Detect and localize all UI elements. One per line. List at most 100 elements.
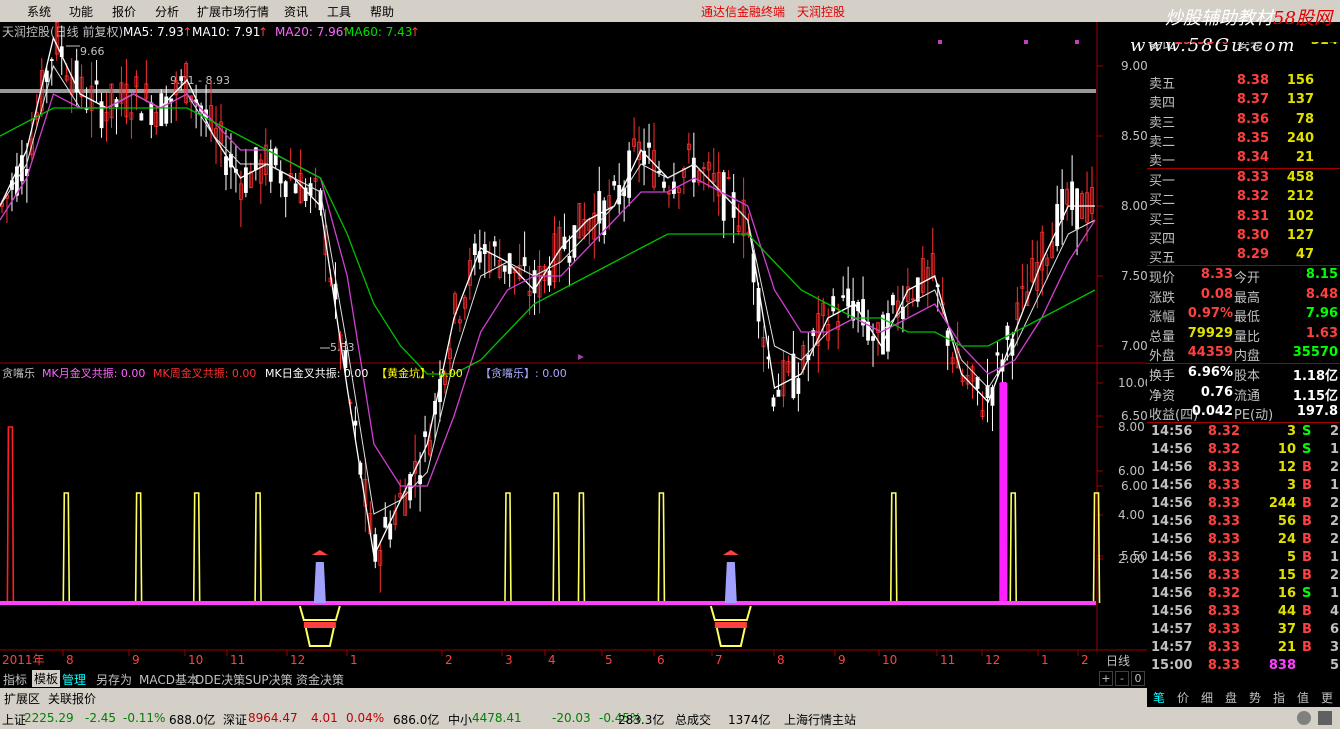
buy-level-label: 买一 bbox=[1149, 174, 1176, 189]
tick-flag: S bbox=[1302, 586, 1312, 601]
bottom-tab[interactable]: SUP决策 bbox=[245, 671, 293, 688]
tick-row[interactable]: 14:56 8.33 244 B 2 bbox=[1147, 495, 1340, 513]
candle-body bbox=[139, 113, 144, 121]
zoom-control-button[interactable]: - bbox=[1115, 671, 1129, 686]
indicator-tick-label: 4.00 bbox=[1118, 508, 1145, 522]
bottom-tab[interactable]: 资金决策 bbox=[296, 671, 344, 688]
tick-count: 2 bbox=[1330, 496, 1340, 511]
tick-row[interactable]: 14:56 8.33 24 B 2 bbox=[1147, 531, 1340, 549]
tick-row[interactable]: 15:00 8.33 838 52 bbox=[1147, 657, 1340, 675]
sell-level-row: 卖五 8.38 156 bbox=[1147, 72, 1340, 92]
tick-price: 8.33 bbox=[1207, 514, 1240, 529]
right-tab[interactable]: 势 bbox=[1243, 689, 1267, 706]
total-turnover-value: 1374亿 bbox=[728, 713, 771, 727]
right-tab[interactable]: 指 bbox=[1267, 689, 1291, 706]
tick-flag: B bbox=[1302, 532, 1312, 547]
right-tab[interactable]: 盘 bbox=[1219, 689, 1243, 706]
buy-volume: 47 bbox=[1295, 247, 1314, 263]
candle-body bbox=[243, 167, 248, 193]
sell-volume: 156 bbox=[1286, 73, 1314, 88]
menu-quote[interactable]: 报价 bbox=[112, 3, 136, 20]
stat-label: 涨跌 bbox=[1149, 290, 1176, 306]
x-month-label: 12 bbox=[290, 653, 305, 667]
tick-row[interactable]: 14:56 8.33 5 B 1 bbox=[1147, 549, 1340, 567]
tick-price: 8.33 bbox=[1207, 532, 1240, 547]
pit-bar bbox=[303, 622, 336, 628]
x-month-label: 7 bbox=[715, 653, 723, 667]
menu-function[interactable]: 功能 bbox=[69, 3, 93, 20]
x-month-label: 2 bbox=[1081, 653, 1089, 667]
status-bar: 上证 2225.29 -2.45 -0.11% 688.0亿 深证 8964.4… bbox=[0, 707, 1340, 729]
watermark: 炒股辅助教材58股网 www.58Gu.com bbox=[1115, 2, 1340, 60]
tick-row[interactable]: 14:56 8.33 12 B 2 bbox=[1147, 459, 1340, 477]
tick-volume: 44 bbox=[1277, 604, 1296, 619]
buy-price: 8.32 bbox=[1236, 189, 1269, 205]
right-tab[interactable]: 值 bbox=[1291, 689, 1315, 706]
zoom-control-button[interactable]: 0 bbox=[1131, 671, 1145, 686]
price-tick-label: 8.50 bbox=[1121, 129, 1147, 143]
tick-price: 8.33 bbox=[1207, 460, 1240, 475]
buy-level-label: 买三 bbox=[1149, 212, 1176, 228]
terminal-name: 通达信金融终端 bbox=[701, 5, 786, 19]
price-tick-label: 9.00 bbox=[1121, 59, 1147, 73]
tick-row[interactable]: 14:56 8.32 16 S 1 bbox=[1147, 585, 1340, 603]
stat-value: 0.97% bbox=[1187, 306, 1233, 321]
buy-price: 8.30 bbox=[1236, 227, 1269, 243]
candle-body bbox=[423, 431, 427, 437]
tick-row[interactable]: 14:57 8.33 21 B 3 bbox=[1147, 639, 1340, 657]
tick-time: 14:56 bbox=[1151, 424, 1193, 439]
tick-volume: 24 bbox=[1277, 532, 1296, 547]
bottom-tab[interactable]: MACD基本 bbox=[139, 671, 199, 688]
tick-flag: S bbox=[1302, 424, 1312, 439]
tick-volume: 16 bbox=[1277, 586, 1296, 601]
tick-flag: B bbox=[1302, 568, 1312, 583]
stat-value: 44359 bbox=[1187, 345, 1233, 360]
bottom-tab[interactable]: 指标 bbox=[3, 671, 27, 688]
sell-level-label: 卖三 bbox=[1149, 115, 1176, 131]
bottom-tab[interactable]: 管理 bbox=[62, 671, 86, 688]
related-quote-tab[interactable]: 关联报价 bbox=[48, 690, 96, 707]
chart-area: 天润控股(日线 前复权) MA5: 7.93↑ MA10: 7.91↑ MA20: … bbox=[0, 22, 1147, 669]
stat-label: 股本 bbox=[1234, 369, 1261, 384]
right-tab[interactable]: 笔 bbox=[1147, 689, 1171, 706]
tick-volume: 3 bbox=[1286, 424, 1296, 439]
tick-row[interactable]: 14:56 8.33 44 B 4 bbox=[1147, 603, 1340, 621]
tick-row[interactable]: 14:56 8.33 56 B 2 bbox=[1147, 513, 1340, 531]
watermark-line1: 炒股辅助教材 bbox=[1165, 8, 1273, 29]
candle-body bbox=[1005, 325, 1010, 340]
right-tab[interactable]: 更 bbox=[1315, 689, 1339, 706]
tick-row[interactable]: 14:57 8.33 37 B 6 bbox=[1147, 621, 1340, 639]
buy-volume: 212 bbox=[1286, 189, 1314, 205]
tick-row[interactable]: 14:56 8.32 3 S 2 bbox=[1147, 423, 1340, 441]
menu-tools[interactable]: 工具 bbox=[327, 3, 351, 20]
bottom-tab[interactable]: 另存为 bbox=[96, 671, 132, 688]
tick-price: 8.33 bbox=[1207, 478, 1240, 493]
signal-bars-icon bbox=[1318, 711, 1332, 725]
buy-level-label: 买二 bbox=[1149, 193, 1176, 209]
zoom-control-button[interactable]: + bbox=[1099, 671, 1113, 686]
tick-time: 14:56 bbox=[1151, 586, 1193, 601]
menu-extended-market[interactable]: 扩展市场行情 bbox=[197, 3, 269, 20]
indicator-value-label: 【贪嘴乐】: 0.00 bbox=[480, 366, 567, 380]
menu-help[interactable]: 帮助 bbox=[370, 3, 394, 20]
menu-analysis[interactable]: 分析 bbox=[155, 3, 179, 20]
tick-row[interactable]: 14:56 8.32 10 S 1 bbox=[1147, 441, 1340, 459]
candle-body bbox=[871, 336, 875, 341]
candle-body bbox=[149, 102, 154, 125]
bottom-tab[interactable]: 模板 bbox=[32, 670, 61, 687]
menu-info[interactable]: 资讯 bbox=[284, 3, 308, 20]
tick-flag: B bbox=[1302, 622, 1312, 637]
tick-time: 14:56 bbox=[1151, 568, 1193, 583]
tick-row[interactable]: 14:56 8.33 3 B 1 bbox=[1147, 477, 1340, 495]
ma-up-arrow-icon: ↑ bbox=[182, 25, 192, 39]
right-tab[interactable]: 价 bbox=[1171, 689, 1195, 706]
right-tab[interactable]: 细 bbox=[1195, 689, 1219, 706]
tick-row[interactable]: 14:56 8.33 15 B 2 bbox=[1147, 567, 1340, 585]
menu-system[interactable]: 系统 bbox=[27, 3, 51, 20]
sell-volume: 78 bbox=[1295, 111, 1314, 127]
tick-price: 8.33 bbox=[1207, 568, 1240, 583]
ext-area-tab[interactable]: 扩展区 bbox=[4, 690, 40, 707]
period-label[interactable]: 日线 bbox=[1106, 654, 1130, 668]
candle-body bbox=[179, 76, 184, 81]
bottom-tab[interactable]: DDE决策 bbox=[195, 671, 245, 688]
